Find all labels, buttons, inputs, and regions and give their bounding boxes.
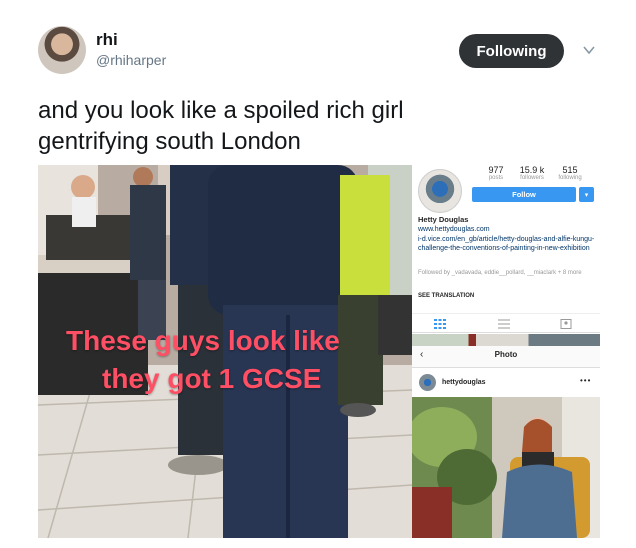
ig-stat-posts: 977 posts bbox=[478, 165, 514, 181]
ig-stat-posts-label: posts bbox=[488, 175, 504, 181]
instagram-screenshot[interactable]: 977 posts 15.9 k followers 515 following… bbox=[412, 165, 600, 538]
ig-post-avatar[interactable] bbox=[419, 374, 436, 391]
ig-stat-following: 515 following bbox=[552, 165, 588, 181]
ig-followed-by: Followed by _vadavada, eddie__pollard, _… bbox=[418, 270, 582, 276]
ig-follow-button[interactable]: Follow bbox=[472, 187, 576, 202]
photo-caption-line-2: they got 1 GCSE bbox=[102, 363, 322, 394]
ig-bio-name: Hetty Douglas bbox=[418, 215, 469, 224]
author-name[interactable]: rhi bbox=[96, 30, 118, 50]
ig-stat-followers-label: followers bbox=[520, 175, 544, 181]
author-handle[interactable]: @rhiharper bbox=[96, 52, 166, 68]
ig-post-username[interactable]: hettydouglas bbox=[442, 379, 486, 386]
following-button[interactable]: Following bbox=[459, 34, 564, 68]
avatar[interactable] bbox=[38, 26, 86, 74]
ig-tab-bar bbox=[412, 313, 600, 333]
chevron-down-icon[interactable] bbox=[582, 43, 596, 57]
tweet-text-line-2: gentrifying south London bbox=[38, 128, 301, 155]
ig-profile-avatar bbox=[418, 169, 462, 213]
ig-see-translation[interactable]: SEE TRANSLATION bbox=[418, 292, 474, 301]
ig-bio-link[interactable]: i-d.vice.com/en_gb/article/hetty-douglas… bbox=[418, 235, 596, 253]
more-options-icon[interactable]: ••• bbox=[580, 376, 591, 385]
ig-stat-following-number: 515 bbox=[562, 165, 578, 175]
list-icon[interactable] bbox=[498, 319, 510, 329]
ig-dropdown-icon[interactable]: ▾ bbox=[579, 187, 594, 202]
tagged-icon[interactable] bbox=[560, 319, 572, 329]
ig-thumbnail-strip[interactable] bbox=[412, 334, 600, 346]
grid-icon[interactable] bbox=[434, 319, 446, 329]
ig-post-header: hettydouglas ••• bbox=[412, 369, 600, 397]
photo-caption-line-1: These guys look like bbox=[66, 325, 340, 356]
photo-left[interactable]: These guys look like they got 1 GCSE bbox=[38, 165, 412, 538]
tweet-text: and you look like a spoiled rich girl ge… bbox=[38, 95, 598, 157]
ig-stat-following-label: following bbox=[558, 175, 582, 181]
ig-post-scene bbox=[412, 397, 600, 538]
ig-stat-followers: 15.9 k followers bbox=[514, 165, 550, 181]
ig-nav-title: Photo bbox=[494, 350, 518, 359]
ig-stat-posts-number: 977 bbox=[488, 165, 504, 175]
tweet-text-line-1: and you look like a spoiled rich girl bbox=[38, 97, 404, 124]
ig-stat-followers-number: 15.9 k bbox=[519, 165, 545, 175]
ig-post-image[interactable] bbox=[412, 397, 600, 538]
ig-photo-nav: ‹ Photo bbox=[412, 346, 600, 368]
ig-bio-website[interactable]: www.hettydouglas.com bbox=[418, 225, 490, 234]
